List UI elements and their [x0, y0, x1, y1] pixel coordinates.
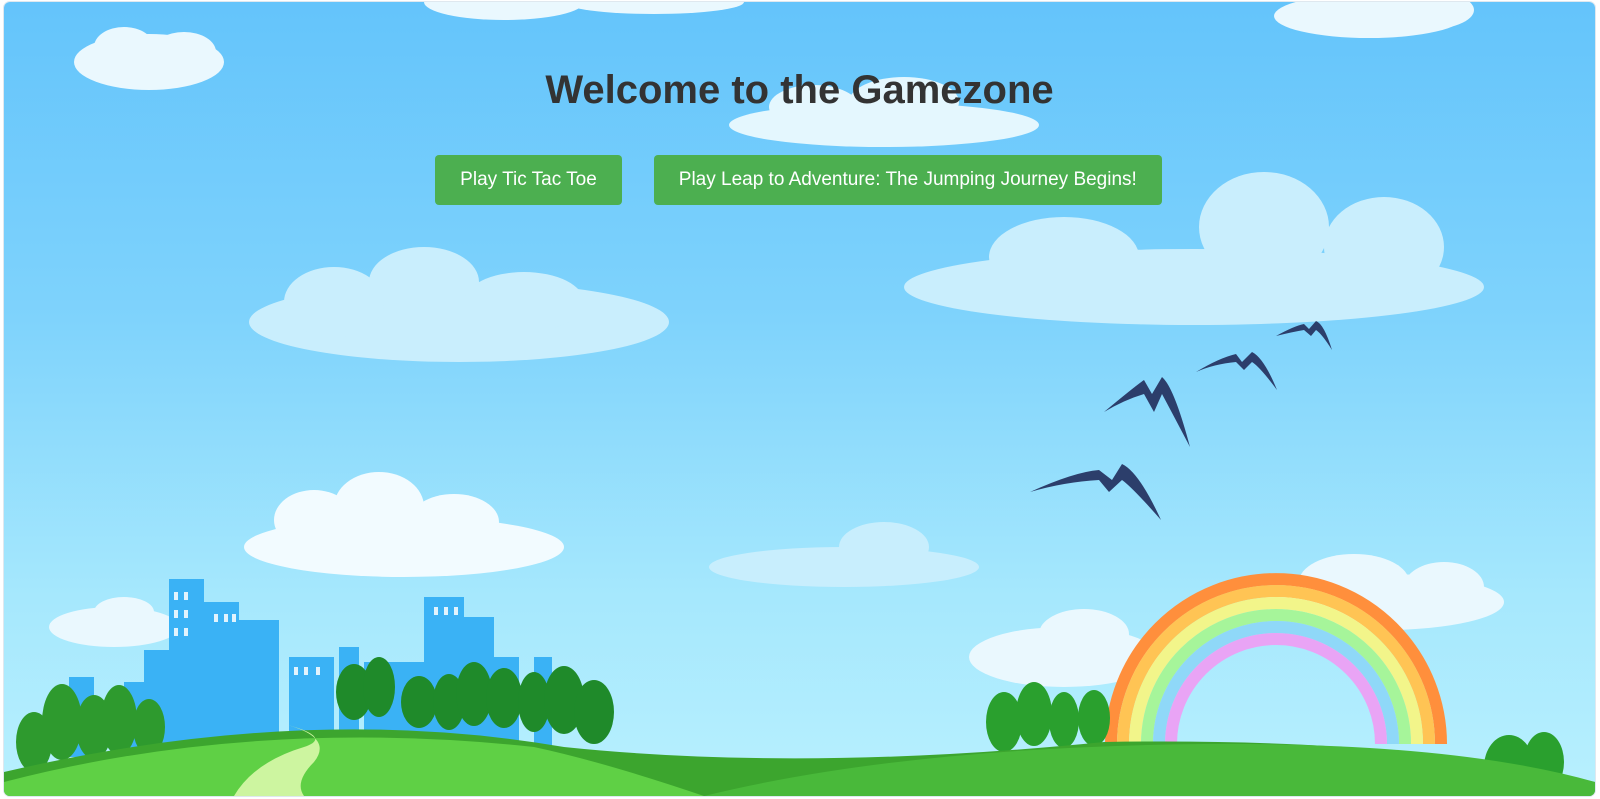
- cloud-icon: [1274, 2, 1474, 38]
- landscape-scene: [4, 2, 1595, 796]
- game-background: Welcome to the Gamezone Play Tic Tac Toe…: [4, 2, 1595, 796]
- page-title: Welcome to the Gamezone: [545, 68, 1054, 112]
- cloud-icon: [249, 247, 669, 362]
- game-buttons: Play Tic Tac Toe Play Leap to Adventure:…: [4, 155, 1595, 205]
- cloud-icon: [709, 522, 979, 587]
- bird-icon: [1030, 321, 1332, 520]
- cloud-icon: [424, 2, 744, 20]
- cloud-icon: [49, 597, 179, 647]
- hill-icon: [4, 724, 1595, 796]
- play-leap-adventure-button[interactable]: Play Leap to Adventure: The Jumping Jour…: [653, 155, 1162, 205]
- play-tic-tac-toe-button[interactable]: Play Tic Tac Toe: [435, 155, 622, 205]
- cloud-icon: [244, 472, 564, 577]
